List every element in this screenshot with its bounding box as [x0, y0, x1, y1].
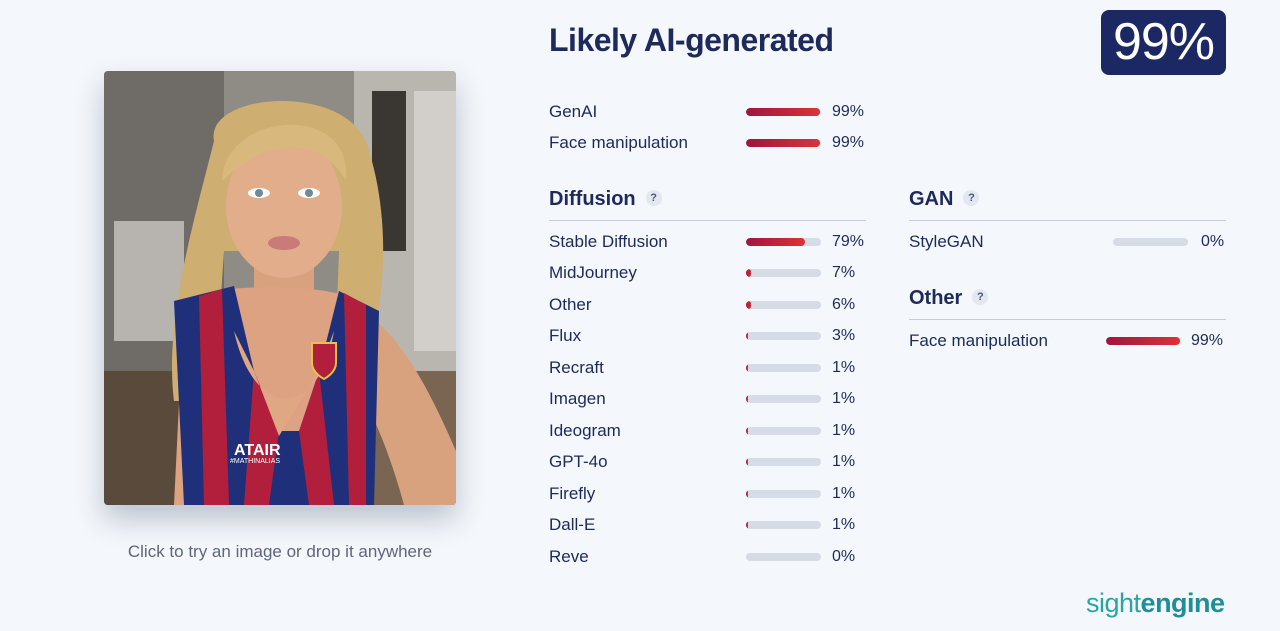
row-label: Dall-E	[549, 515, 596, 534]
row-percent: 0%	[1201, 233, 1225, 250]
row-label: Recraft	[549, 358, 604, 377]
section-title-diffusion: Diffusion?	[549, 188, 662, 211]
diffusion-row: GPT-4o 1%	[549, 451, 869, 473]
progress-bar	[746, 395, 821, 403]
result-headline: Likely AI-generated	[549, 22, 834, 58]
diffusion-row: Imagen 1%	[549, 388, 869, 410]
diffusion-row: MidJourney 7%	[549, 262, 869, 284]
divider	[909, 319, 1226, 320]
selfie-photo: ATAIR #MATHINALIAS	[104, 71, 456, 505]
row-percent: 1%	[832, 453, 856, 470]
section-title-other: Other?	[909, 287, 989, 310]
progress-fill	[746, 490, 749, 498]
summary-row-face-manipulation: Face manipulation 99%	[549, 132, 869, 154]
row-label: Firefly	[549, 484, 596, 503]
progress-bar	[746, 553, 821, 561]
row-label: GenAI	[549, 102, 598, 121]
row-percent: 1%	[832, 390, 856, 407]
progress-bar	[746, 301, 821, 309]
row-label: GPT-4o	[549, 452, 608, 471]
row-percent: 1%	[832, 359, 856, 376]
progress-fill	[746, 427, 749, 435]
row-percent: 1%	[832, 485, 856, 502]
score-badge: 99%	[1101, 10, 1226, 75]
section-title-text: Other	[909, 287, 963, 309]
progress-bar	[746, 490, 821, 498]
page: ATAIR #MATHINALIAS Click to try an image…	[0, 0, 1280, 631]
row-label: MidJourney	[549, 263, 637, 282]
progress-bar	[746, 269, 821, 277]
progress-fill	[746, 332, 749, 340]
row-label: Stable Diffusion	[549, 232, 668, 251]
row-percent: 0%	[832, 548, 856, 565]
progress-bar	[746, 108, 821, 116]
other-row: Face manipulation 99%	[909, 330, 1229, 352]
row-percent: 3%	[832, 327, 856, 344]
row-percent: 1%	[832, 422, 856, 439]
help-icon[interactable]: ?	[645, 189, 662, 206]
progress-fill	[746, 301, 751, 309]
section-title-text: GAN	[909, 188, 954, 210]
progress-bar	[1113, 238, 1188, 246]
row-label: Other	[549, 295, 592, 314]
progress-bar	[746, 458, 821, 466]
row-label: StyleGAN	[909, 232, 984, 251]
progress-bar	[746, 521, 821, 529]
row-label: Face manipulation	[549, 133, 688, 152]
progress-bar	[746, 427, 821, 435]
row-percent: 7%	[832, 264, 856, 281]
progress-fill	[746, 458, 749, 466]
row-label: Face manipulation	[909, 331, 1048, 350]
progress-bar	[746, 364, 821, 372]
row-label: Flux	[549, 326, 582, 345]
progress-fill	[746, 238, 806, 246]
summary-row-genai: GenAI 99%	[549, 101, 869, 123]
help-icon[interactable]: ?	[972, 288, 989, 305]
logo-part-engine: engine	[1140, 588, 1226, 618]
progress-fill	[746, 364, 749, 372]
row-percent: 6%	[832, 296, 856, 313]
upload-caption[interactable]: Click to try an image or drop it anywher…	[104, 542, 456, 562]
row-label: Imagen	[549, 389, 606, 408]
diffusion-row: Stable Diffusion 79%	[549, 231, 869, 253]
diffusion-row: Firefly 1%	[549, 483, 869, 505]
progress-fill	[746, 269, 752, 277]
section-title-text: Diffusion	[549, 188, 636, 210]
row-label: Reve	[549, 547, 589, 566]
row-percent: 1%	[832, 516, 856, 533]
row-percent: 99%	[1191, 332, 1224, 349]
progress-bar	[746, 332, 821, 340]
progress-bar	[1106, 337, 1181, 345]
diffusion-row: Ideogram 1%	[549, 420, 869, 442]
row-percent: 99%	[832, 134, 865, 151]
gan-row: StyleGAN 0%	[909, 231, 1229, 253]
sightengine-logo[interactable]: sightengine	[1086, 588, 1225, 619]
progress-fill	[746, 395, 749, 403]
diffusion-row: Flux 3%	[549, 325, 869, 347]
uploaded-image[interactable]: ATAIR #MATHINALIAS	[104, 71, 456, 505]
row-percent: 79%	[832, 233, 865, 250]
jersey-print-2: #MATHINALIAS	[230, 458, 280, 465]
progress-bar	[746, 139, 821, 147]
divider	[909, 220, 1226, 221]
diffusion-row: Dall-E 1%	[549, 514, 869, 536]
section-title-gan: GAN?	[909, 188, 980, 211]
divider	[549, 220, 866, 221]
progress-fill	[746, 139, 821, 147]
jersey-print-1: ATAIR	[234, 442, 281, 459]
progress-bar	[746, 238, 821, 246]
diffusion-row: Recraft 1%	[549, 357, 869, 379]
progress-fill	[746, 108, 821, 116]
help-icon[interactable]: ?	[963, 189, 980, 206]
row-percent: 99%	[832, 103, 865, 120]
progress-fill	[746, 521, 749, 529]
diffusion-row: Other 6%	[549, 294, 869, 316]
logo-part-sight: sight	[1086, 588, 1141, 618]
row-label: Ideogram	[549, 421, 621, 440]
progress-fill	[1106, 337, 1181, 345]
diffusion-row: Reve 0%	[549, 546, 869, 568]
